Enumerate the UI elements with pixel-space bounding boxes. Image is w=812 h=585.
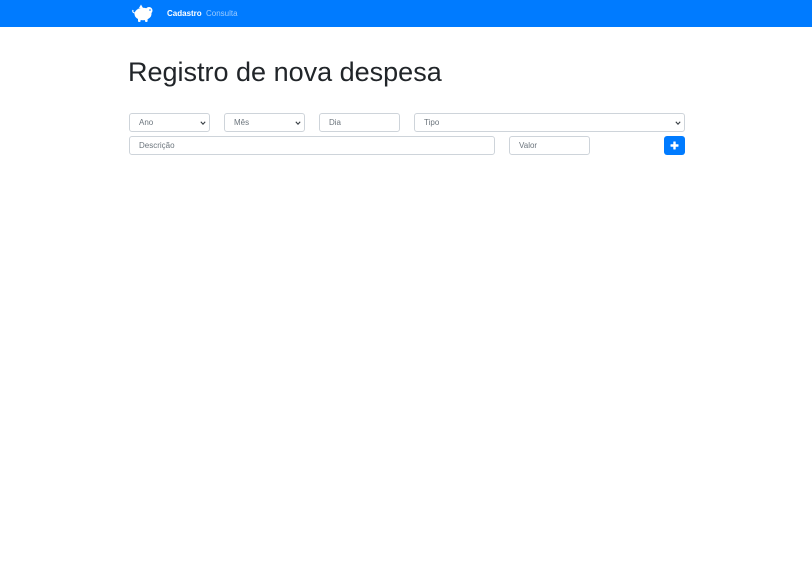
chevron-down-icon xyxy=(200,121,206,126)
ano-select[interactable]: Ano xyxy=(129,113,210,132)
nav-link-cadastro[interactable]: Cadastro xyxy=(167,8,202,19)
descricao-input[interactable]: Descrição xyxy=(129,136,495,155)
dia-input[interactable]: Dia xyxy=(319,113,400,132)
plus-icon xyxy=(670,141,679,150)
valor-input-placeholder: Valor xyxy=(519,141,538,150)
mes-select-value: Mês xyxy=(234,118,250,127)
dia-input-placeholder: Dia xyxy=(329,118,342,127)
add-expense-button[interactable] xyxy=(664,136,685,155)
page-title: Registro de nova despesa xyxy=(128,57,442,87)
tipo-select-value: Tipo xyxy=(424,118,440,127)
navbar: Cadastro Consulta xyxy=(0,0,812,27)
tipo-select[interactable]: Tipo xyxy=(414,113,685,132)
ano-select-value: Ano xyxy=(139,118,154,127)
nav-link-consulta[interactable]: Consulta xyxy=(206,8,238,19)
valor-input[interactable]: Valor xyxy=(509,136,590,155)
mes-select[interactable]: Mês xyxy=(224,113,305,132)
chevron-down-icon xyxy=(675,121,681,126)
descricao-input-placeholder: Descrição xyxy=(139,141,175,150)
chevron-down-icon xyxy=(295,121,301,126)
piggy-bank-icon[interactable] xyxy=(131,3,155,23)
